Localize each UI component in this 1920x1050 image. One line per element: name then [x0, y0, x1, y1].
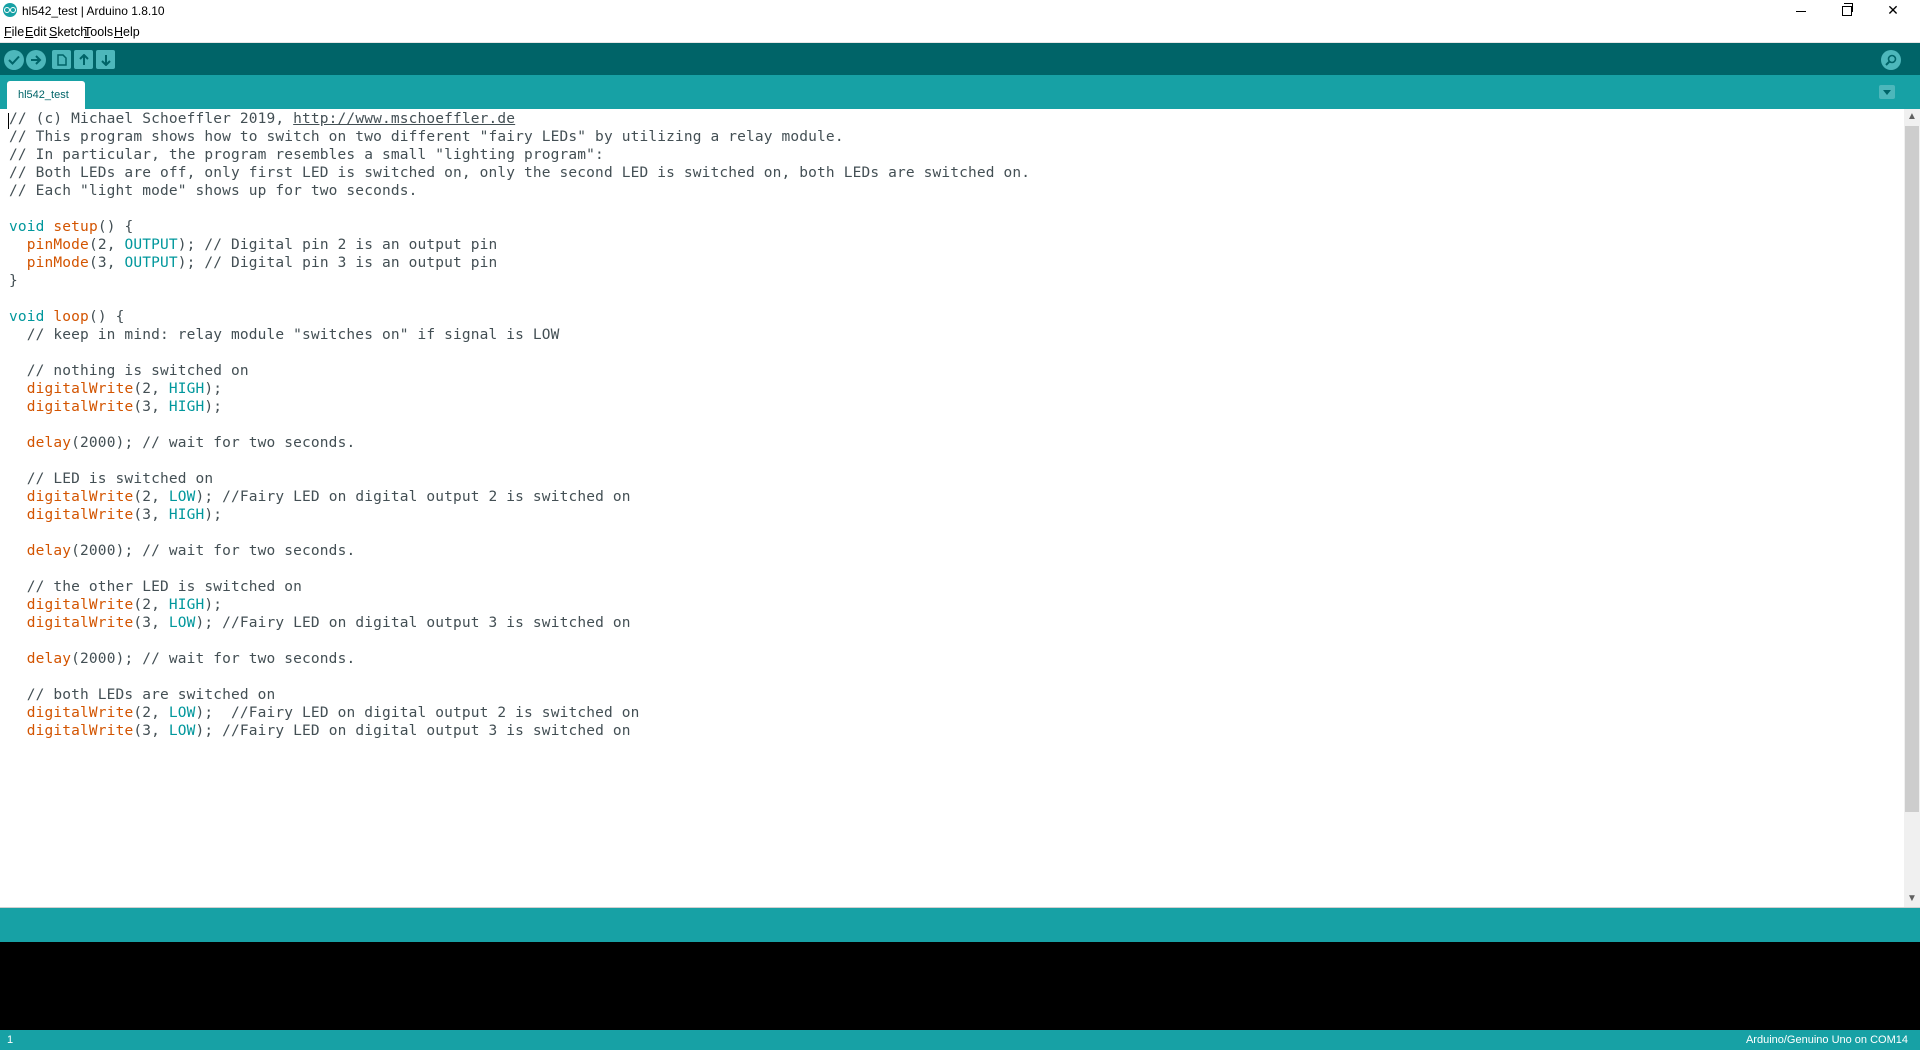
arrow-up-icon [78, 53, 89, 65]
code-line[interactable]: // Both LEDs are off, only first LED is … [9, 164, 1030, 182]
arrow-right-icon [31, 55, 42, 65]
vertical-scrollbar[interactable]: ▲ ▼ [1904, 109, 1920, 907]
magnifier-icon [1885, 54, 1897, 66]
close-button[interactable]: ✕ [1870, 0, 1916, 21]
code-line[interactable]: pinMode(2, OUTPUT); // Digital pin 2 is … [9, 236, 498, 254]
code-line[interactable]: digitalWrite(2, LOW); //Fairy LED on dig… [9, 488, 631, 506]
new-sketch-button[interactable] [52, 50, 71, 69]
minimize-button[interactable] [1778, 0, 1824, 21]
tab-menu-button[interactable] [1879, 85, 1895, 99]
save-button[interactable] [96, 50, 115, 69]
tab-bar: hl542_test [0, 75, 1920, 109]
code-editor[interactable]: // (c) Michael Schoeffler 2019, http://w… [0, 109, 1904, 907]
checkmark-icon [8, 55, 20, 65]
arduino-logo-icon [3, 3, 17, 17]
code-line[interactable]: digitalWrite(2, HIGH); [9, 380, 222, 398]
code-line[interactable]: // keep in mind: relay module "switches … [9, 326, 560, 344]
document-icon [56, 53, 67, 66]
code-line[interactable]: // LED is switched on [9, 470, 213, 488]
upload-button[interactable] [26, 50, 46, 70]
code-line[interactable]: // both LEDs are switched on [9, 686, 276, 704]
code-line[interactable]: digitalWrite(3, HIGH); [9, 398, 222, 416]
verify-button[interactable] [4, 50, 24, 70]
code-line[interactable]: // In particular, the program resembles … [9, 146, 604, 164]
code-line[interactable]: digitalWrite(3, LOW); //Fairy LED on dig… [9, 722, 631, 740]
chevron-down-icon [1883, 89, 1891, 95]
open-button[interactable] [74, 50, 93, 69]
window-title: hl542_test | Arduino 1.8.10 [22, 4, 165, 18]
scroll-down-icon[interactable]: ▼ [1904, 891, 1920, 907]
tab-label: hl542_test [18, 89, 69, 101]
console-output[interactable] [0, 942, 1920, 1030]
code-line[interactable]: delay(2000); // wait for two seconds. [9, 434, 355, 452]
menu-bar: File Edit Sketch Tools Help [0, 21, 1920, 43]
code-line[interactable]: digitalWrite(3, HIGH); [9, 506, 222, 524]
arrow-down-icon [100, 54, 111, 66]
restore-icon [1842, 3, 1853, 17]
title-bar: hl542_test | Arduino 1.8.10 ✕ [0, 0, 1920, 21]
line-number: 1 [7, 1034, 14, 1046]
code-line[interactable]: delay(2000); // wait for two seconds. [9, 650, 355, 668]
menu-tools[interactable]: Tools [84, 25, 113, 39]
code-line[interactable]: // nothing is switched on [9, 362, 249, 380]
toolbar [0, 43, 1920, 75]
tab-hl542-test[interactable]: hl542_test [7, 81, 85, 109]
code-line[interactable]: } [9, 272, 18, 290]
code-line[interactable]: // Each "light mode" shows up for two se… [9, 182, 417, 200]
menu-sketch[interactable]: Sketch [49, 25, 87, 39]
code-line[interactable]: // This program shows how to switch on t… [9, 128, 844, 146]
menu-edit[interactable]: Edit [25, 25, 47, 39]
code-line[interactable]: void setup() { [9, 218, 133, 236]
restore-button[interactable] [1824, 0, 1870, 21]
code-line[interactable]: // the other LED is switched on [9, 578, 302, 596]
code-line[interactable]: // (c) Michael Schoeffler 2019, http://w… [9, 110, 515, 128]
code-line[interactable]: pinMode(3, OUTPUT); // Digital pin 3 is … [9, 254, 498, 272]
status-bar [0, 907, 1920, 943]
close-icon: ✕ [1887, 2, 1899, 18]
code-line[interactable]: digitalWrite(2, LOW); //Fairy LED on dig… [9, 704, 640, 722]
code-line[interactable]: digitalWrite(2, HIGH); [9, 596, 222, 614]
minimize-icon [1796, 10, 1806, 12]
serial-monitor-button[interactable] [1881, 50, 1901, 70]
code-line[interactable]: digitalWrite(3, LOW); //Fairy LED on dig… [9, 614, 631, 632]
scroll-up-icon[interactable]: ▲ [1904, 109, 1920, 125]
menu-help[interactable]: Help [114, 25, 140, 39]
code-line[interactable]: void loop() { [9, 308, 124, 326]
board-port-status: Arduino/Genuino Uno on COM14 [1745, 1034, 1908, 1046]
footer-bar: 1 Arduino/Genuino Uno on COM14 [0, 1030, 1920, 1050]
menu-file[interactable]: File [4, 25, 24, 39]
scrollbar-thumb[interactable] [1905, 126, 1919, 812]
code-line[interactable]: delay(2000); // wait for two seconds. [9, 542, 355, 560]
